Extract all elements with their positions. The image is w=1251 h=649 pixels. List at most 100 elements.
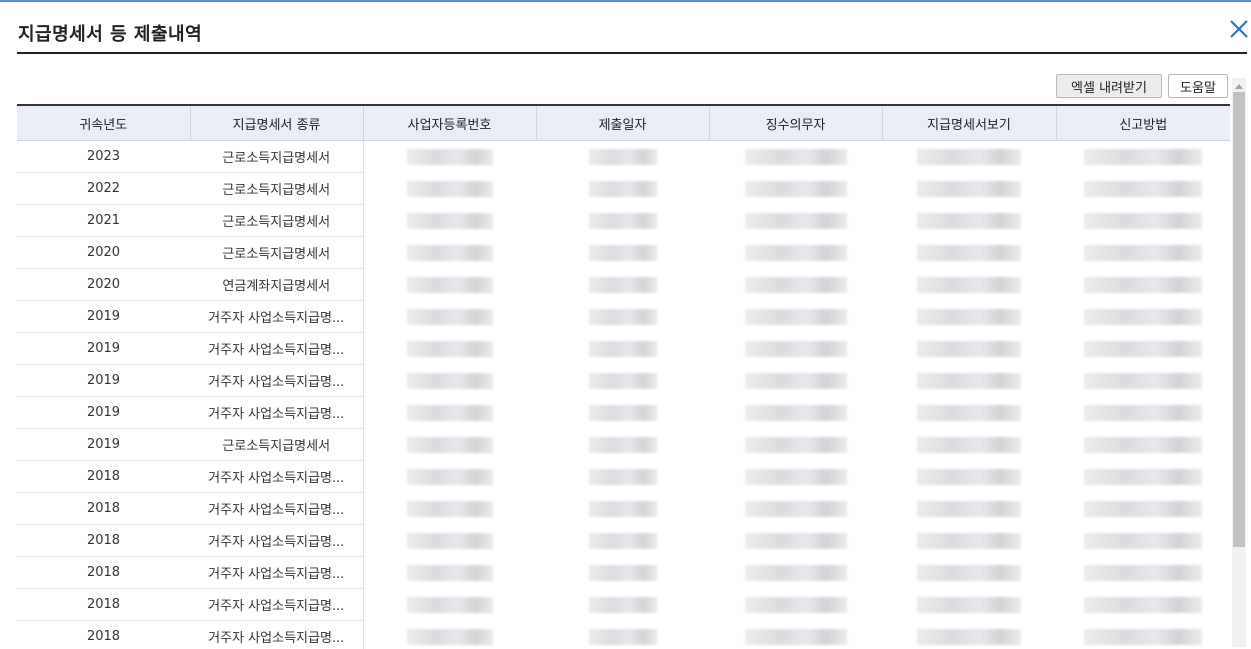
help-button[interactable]: 도움말 xyxy=(1168,74,1228,98)
redaction-block xyxy=(589,277,657,293)
column-header-type[interactable]: 지급명세서 종류 xyxy=(190,106,363,141)
table-row[interactable]: 2019거주자 사업소득지급명... xyxy=(17,397,1230,429)
redaction-block xyxy=(407,149,493,165)
redaction-block xyxy=(745,501,847,517)
redaction-block xyxy=(407,309,493,325)
table-row[interactable]: 2020연금계좌지급명세서 xyxy=(17,269,1230,301)
cell-report-method-redacted xyxy=(1056,365,1230,397)
scroll-up-arrow-icon[interactable] xyxy=(1232,78,1246,90)
title-divider xyxy=(17,52,1247,54)
redaction-block xyxy=(1084,405,1202,421)
cell-view-statement-redacted[interactable] xyxy=(882,365,1056,397)
table-row[interactable]: 2019거주자 사업소득지급명... xyxy=(17,301,1230,333)
cell-report-method-redacted xyxy=(1056,429,1230,461)
cell-statement-type: 연금계좌지급명세서 xyxy=(190,269,363,301)
column-header-year[interactable]: 귀속년도 xyxy=(17,106,190,141)
cell-statement-type: 거주자 사업소득지급명... xyxy=(190,333,363,365)
cell-statement-type: 거주자 사업소득지급명... xyxy=(190,525,363,557)
cell-submit-date-redacted xyxy=(536,525,709,557)
cell-withholder-redacted xyxy=(709,461,882,493)
cell-submit-date-redacted xyxy=(536,493,709,525)
cell-submit-date-redacted xyxy=(536,237,709,269)
column-header-report-method[interactable]: 신고방법 xyxy=(1056,106,1230,141)
redaction-block xyxy=(745,245,847,261)
submission-table-container: 귀속년도 지급명세서 종류 사업자등록번호 제출일자 징수의무자 지급명세서보기… xyxy=(17,104,1230,649)
cell-view-statement-redacted[interactable] xyxy=(882,141,1056,173)
cell-view-statement-redacted[interactable] xyxy=(882,621,1056,649)
cell-view-statement-redacted[interactable] xyxy=(882,205,1056,237)
cell-submit-date-redacted xyxy=(536,429,709,461)
redaction-block xyxy=(1084,213,1202,229)
cell-report-method-redacted xyxy=(1056,237,1230,269)
cell-business-number-redacted xyxy=(363,621,536,649)
redaction-block xyxy=(589,373,657,389)
scrollbar-thumb[interactable] xyxy=(1233,92,1245,547)
table-row[interactable]: 2018거주자 사업소득지급명... xyxy=(17,493,1230,525)
cell-view-statement-redacted[interactable] xyxy=(882,493,1056,525)
cell-view-statement-redacted[interactable] xyxy=(882,429,1056,461)
redaction-block xyxy=(745,565,847,581)
redaction-block xyxy=(1084,565,1202,581)
cell-view-statement-redacted[interactable] xyxy=(882,333,1056,365)
table-row[interactable]: 2021근로소득지급명세서 xyxy=(17,205,1230,237)
table-row[interactable]: 2019거주자 사업소득지급명... xyxy=(17,365,1230,397)
redaction-block xyxy=(1084,597,1202,613)
table-row[interactable]: 2022근로소득지급명세서 xyxy=(17,173,1230,205)
cell-view-statement-redacted[interactable] xyxy=(882,269,1056,301)
cell-business-number-redacted xyxy=(363,429,536,461)
cell-year: 2019 xyxy=(17,397,190,429)
dialog-title: 지급명세서 등 제출내역 xyxy=(18,20,202,46)
cell-view-statement-redacted[interactable] xyxy=(882,397,1056,429)
cell-statement-type: 근로소득지급명세서 xyxy=(190,141,363,173)
cell-withholder-redacted xyxy=(709,557,882,589)
table-row[interactable]: 2020근로소득지급명세서 xyxy=(17,237,1230,269)
cell-view-statement-redacted[interactable] xyxy=(882,173,1056,205)
submission-table: 귀속년도 지급명세서 종류 사업자등록번호 제출일자 징수의무자 지급명세서보기… xyxy=(17,106,1230,649)
cell-business-number-redacted xyxy=(363,237,536,269)
redaction-block xyxy=(745,437,847,453)
redaction-block xyxy=(407,213,493,229)
table-row[interactable]: 2018거주자 사업소득지급명... xyxy=(17,461,1230,493)
table-row[interactable]: 2019근로소득지급명세서 xyxy=(17,429,1230,461)
table-header-row: 귀속년도 지급명세서 종류 사업자등록번호 제출일자 징수의무자 지급명세서보기… xyxy=(17,106,1230,141)
cell-withholder-redacted xyxy=(709,429,882,461)
redaction-block xyxy=(917,597,1021,613)
cell-view-statement-redacted[interactable] xyxy=(882,525,1056,557)
column-header-withholder[interactable]: 징수의무자 xyxy=(709,106,882,141)
cell-report-method-redacted xyxy=(1056,461,1230,493)
redaction-block xyxy=(407,565,493,581)
cell-withholder-redacted xyxy=(709,493,882,525)
cell-withholder-redacted xyxy=(709,525,882,557)
table-row[interactable]: 2023근로소득지급명세서 xyxy=(17,141,1230,173)
close-icon[interactable] xyxy=(1228,18,1250,40)
table-row[interactable]: 2018거주자 사업소득지급명... xyxy=(17,621,1230,649)
cell-view-statement-redacted[interactable] xyxy=(882,557,1056,589)
column-header-view-statement[interactable]: 지급명세서보기 xyxy=(882,106,1056,141)
cell-view-statement-redacted[interactable] xyxy=(882,237,1056,269)
cell-statement-type: 거주자 사업소득지급명... xyxy=(190,557,363,589)
cell-business-number-redacted xyxy=(363,365,536,397)
redaction-block xyxy=(407,629,493,645)
cell-view-statement-redacted[interactable] xyxy=(882,461,1056,493)
cell-year: 2019 xyxy=(17,301,190,333)
table-row[interactable]: 2018거주자 사업소득지급명... xyxy=(17,557,1230,589)
cell-business-number-redacted xyxy=(363,205,536,237)
cell-withholder-redacted xyxy=(709,173,882,205)
cell-submit-date-redacted xyxy=(536,269,709,301)
table-row[interactable]: 2019거주자 사업소득지급명... xyxy=(17,333,1230,365)
table-row[interactable]: 2018거주자 사업소득지급명... xyxy=(17,589,1230,621)
column-header-submit-date[interactable]: 제출일자 xyxy=(536,106,709,141)
excel-download-button[interactable]: 엑셀 내려받기 xyxy=(1056,74,1162,98)
table-row[interactable]: 2018거주자 사업소득지급명... xyxy=(17,525,1230,557)
cell-report-method-redacted xyxy=(1056,173,1230,205)
cell-withholder-redacted xyxy=(709,269,882,301)
cell-withholder-redacted xyxy=(709,589,882,621)
redaction-block xyxy=(745,469,847,485)
column-header-business-number[interactable]: 사업자등록번호 xyxy=(363,106,536,141)
cell-year: 2018 xyxy=(17,621,190,649)
cell-withholder-redacted xyxy=(709,205,882,237)
cell-statement-type: 근로소득지급명세서 xyxy=(190,173,363,205)
cell-view-statement-redacted[interactable] xyxy=(882,589,1056,621)
redaction-block xyxy=(917,181,1021,197)
cell-view-statement-redacted[interactable] xyxy=(882,301,1056,333)
